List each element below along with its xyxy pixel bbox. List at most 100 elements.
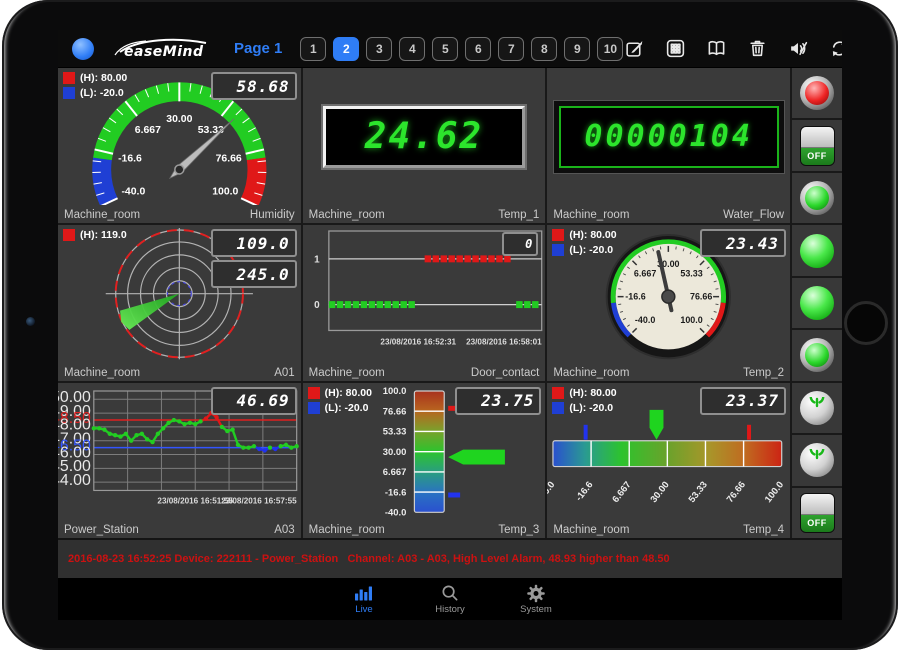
mute-icon[interactable] xyxy=(787,38,809,60)
page-button-8[interactable]: 8 xyxy=(531,37,557,61)
page-button-6[interactable]: 6 xyxy=(465,37,491,61)
edit-icon[interactable] xyxy=(623,38,645,60)
widget-humidity-gauge[interactable]: (H): 80.00 (L): -20.0 58.68 -40.0-16.66.… xyxy=(58,68,301,223)
app-logo: easeMind xyxy=(112,34,212,64)
widget-waterflow-counter[interactable]: 00000104 Machine_room Water_Flow xyxy=(547,68,790,223)
channel-name: Water_Flow xyxy=(723,209,784,221)
humidity-value-display: 58.68 xyxy=(211,72,297,100)
low-limit-label: (L): -20.0 xyxy=(80,87,124,99)
svg-text:76.66: 76.66 xyxy=(725,479,748,504)
svg-text:6.667: 6.667 xyxy=(634,269,656,279)
toolbar-icons xyxy=(623,38,842,60)
nav-item-live[interactable]: Live xyxy=(332,582,396,620)
home-button[interactable] xyxy=(844,301,888,345)
low-limit-label: (L): -20.0 xyxy=(325,402,369,414)
high-limit-swatch xyxy=(63,229,75,241)
high-limit-swatch xyxy=(308,387,320,399)
svg-text:53.33: 53.33 xyxy=(687,479,710,504)
low-limit-swatch xyxy=(63,87,75,99)
page-button-5[interactable]: 5 xyxy=(432,37,458,61)
menu-button[interactable] xyxy=(72,38,94,60)
device-name: Machine_room xyxy=(553,367,629,379)
low-limit-label: (L): -20.0 xyxy=(569,244,613,256)
camera-icon xyxy=(26,317,35,326)
green-indicator-6[interactable] xyxy=(792,330,842,382)
temp2-value-display: 23.43 xyxy=(700,229,786,257)
widget-a03-trend-chart[interactable]: 46.69 50.0049.0048.5048.0047.0046.5046.0… xyxy=(58,383,301,538)
device-name: Power_Station xyxy=(64,524,139,536)
channel-name: Temp_3 xyxy=(498,524,539,536)
rocker-switch-icon: OFF xyxy=(800,126,835,166)
svg-text:6.667: 6.667 xyxy=(382,467,406,478)
trash-icon[interactable] xyxy=(746,38,768,60)
device-name: Machine_room xyxy=(553,209,629,221)
off-switch-2[interactable]: OFF xyxy=(792,120,842,172)
gear-icon xyxy=(504,582,568,603)
svg-text:44.00: 44.00 xyxy=(58,472,91,489)
svg-text:0: 0 xyxy=(314,300,320,311)
search-icon xyxy=(418,582,482,603)
widget-door-contact-chart[interactable]: 0 1023/08/2016 16:52:3123/08/2016 16:58:… xyxy=(303,225,546,380)
green-led-5[interactable] xyxy=(792,278,842,330)
svg-text:23/08/2016 16:58:01: 23/08/2016 16:58:01 xyxy=(466,338,542,347)
page-button-4[interactable]: 4 xyxy=(399,37,425,61)
svg-text:76.66: 76.66 xyxy=(382,406,406,417)
svg-text:23/08/2016 16:57:55: 23/08/2016 16:57:55 xyxy=(221,496,297,505)
page-button-9[interactable]: 9 xyxy=(564,37,590,61)
temp1-lcd-display: 24.62 xyxy=(323,106,525,168)
green-indicator-3[interactable] xyxy=(792,173,842,225)
green-led-4[interactable] xyxy=(792,225,842,277)
svg-text:-40.0: -40.0 xyxy=(635,315,655,325)
temp4-value-display: 23.37 xyxy=(700,387,786,415)
door-contact-value-display: 0 xyxy=(502,232,538,256)
svg-text:53.33: 53.33 xyxy=(382,426,406,437)
svg-text:23/08/2016 16:52:31: 23/08/2016 16:52:31 xyxy=(380,338,456,347)
svg-text:76.66: 76.66 xyxy=(690,292,712,302)
off-switch-9[interactable]: OFF xyxy=(792,488,842,538)
high-limit-swatch xyxy=(63,72,75,84)
page-buttons: 123456789 10 xyxy=(300,37,623,61)
high-limit-swatch xyxy=(552,229,564,241)
page-button-3[interactable]: 3 xyxy=(366,37,392,61)
high-limit-label: (H): 80.00 xyxy=(80,72,127,84)
red-indicator-1[interactable] xyxy=(792,68,842,120)
page-button-2[interactable]: 2 xyxy=(333,37,359,61)
refresh-icon[interactable] xyxy=(828,38,842,60)
a01-value-display-2: 245.0 xyxy=(211,260,297,288)
svg-text:-16.6: -16.6 xyxy=(118,153,142,164)
device-name: Machine_room xyxy=(64,209,140,221)
widget-temp2-gauge[interactable]: (H): 80.00 (L): -20.0 23.43 -40.0-16.66.… xyxy=(547,225,790,380)
waterflow-counter-display: 00000104 xyxy=(559,106,779,168)
nav-item-system[interactable]: System xyxy=(504,582,568,620)
limit-legend: (H): 80.00 (L): -20.0 xyxy=(308,387,372,417)
temp3-value-display: 23.75 xyxy=(455,387,541,415)
green-indicator-light-icon xyxy=(800,338,834,372)
widget-temp3-vbar[interactable]: (H): 80.00 (L): -20.0 23.75 -40.0-16.66.… xyxy=(303,383,546,538)
logo-text: easeMind xyxy=(124,44,204,60)
device-name: Machine_room xyxy=(309,524,385,536)
power-button-8[interactable] xyxy=(792,435,842,487)
power-button-7[interactable] xyxy=(792,383,842,435)
svg-text:-16.6: -16.6 xyxy=(626,292,646,302)
a03-value-display: 46.69 xyxy=(211,387,297,415)
svg-text:-40.0: -40.0 xyxy=(121,186,145,197)
svg-text:30.00: 30.00 xyxy=(649,479,672,504)
book-icon[interactable] xyxy=(705,38,727,60)
page-button-10[interactable]: 10 xyxy=(597,37,623,61)
page-button-1[interactable]: 1 xyxy=(300,37,326,61)
widget-a01-radar[interactable]: (H): 119.0 109.0 245.0 Machine_roomA01 xyxy=(58,225,301,380)
power-button-icon xyxy=(800,391,834,425)
svg-text:76.66: 76.66 xyxy=(216,153,242,164)
keypad-icon[interactable] xyxy=(664,38,686,60)
channel-name: Humidity xyxy=(250,209,295,221)
svg-text:-16.6: -16.6 xyxy=(574,479,596,503)
a01-value-display-1: 109.0 xyxy=(211,229,297,257)
svg-text:100.0: 100.0 xyxy=(212,186,238,197)
nav-item-history[interactable]: History xyxy=(418,582,482,620)
page-button-7[interactable]: 7 xyxy=(498,37,524,61)
device-name: Machine_room xyxy=(64,367,140,379)
widget-temp1-lcd[interactable]: 24.62 Machine_roomTemp_1 xyxy=(303,68,546,223)
high-limit-swatch xyxy=(552,387,564,399)
widget-temp4-hbar[interactable]: (H): 80.00 (L): -20.0 23.37 -40.0-16.66.… xyxy=(547,383,790,538)
alarm-bar[interactable]: 2016-08-23 16:52:25 Device: 222111 - Pow… xyxy=(58,538,842,578)
